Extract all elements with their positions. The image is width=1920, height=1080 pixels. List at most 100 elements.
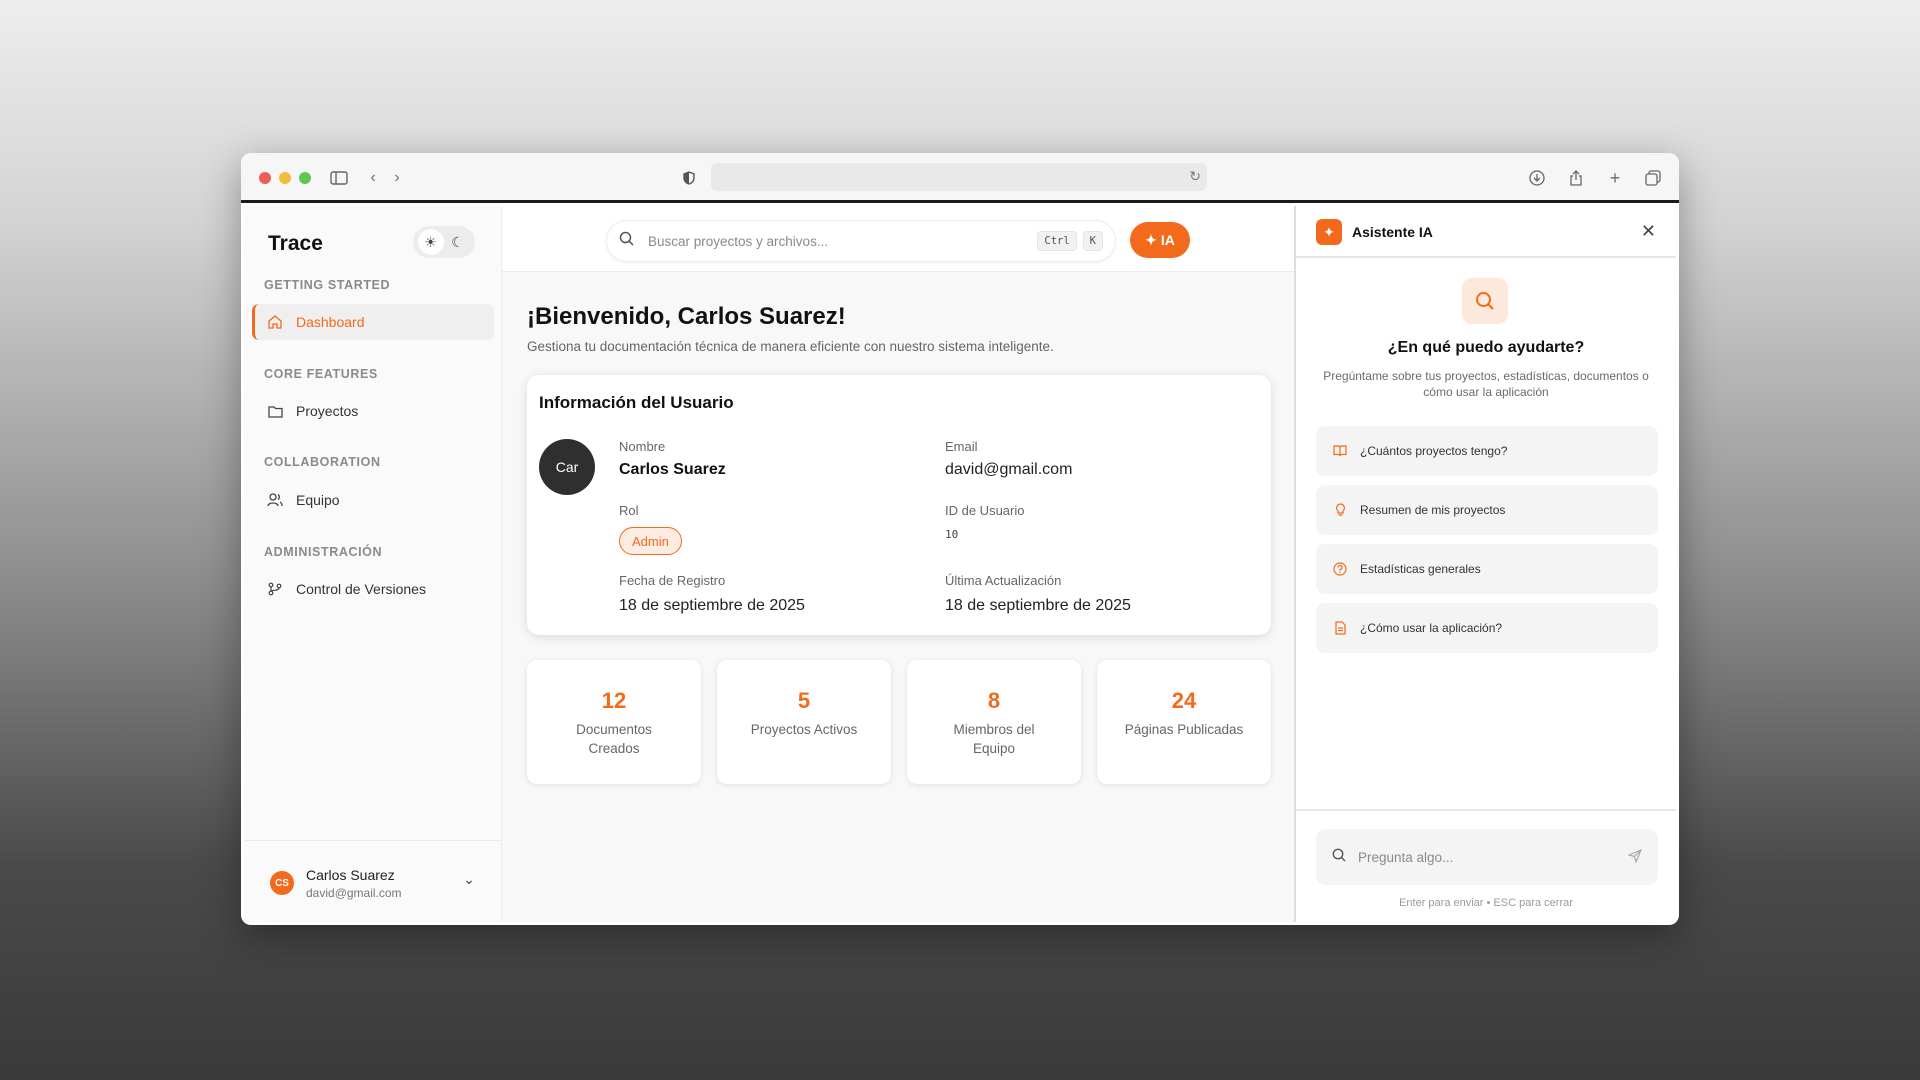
new-tab-icon[interactable]: +	[1605, 168, 1625, 188]
shortcut-ctrl: Ctrl	[1037, 231, 1077, 251]
role-label: Rol	[619, 503, 639, 518]
sidebar-item-equipo[interactable]: Equipo	[252, 482, 494, 518]
assistant-header: ✦ Asistente IA ✕	[1296, 206, 1676, 258]
shield-icon[interactable]	[679, 168, 699, 188]
user-info-card: Información del Usuario Car Nombre Carlo…	[527, 375, 1271, 635]
sun-icon[interactable]: ☀	[417, 229, 444, 255]
suggestion-button[interactable]: ¿Cuántos proyectos tengo?	[1316, 426, 1658, 476]
window-controls	[259, 172, 311, 184]
section-title-core-features: CORE FEATURES	[264, 367, 378, 381]
suggestion-label: ¿Cómo usar la aplicación?	[1360, 621, 1503, 635]
tabs-overview-icon[interactable]	[1643, 168, 1663, 188]
page-title: ¡Bienvenido, Carlos Suarez!	[527, 303, 846, 330]
section-title-collaboration: COLLABORATION	[264, 455, 381, 469]
assistant-input[interactable]: Pregunta algo...	[1316, 829, 1658, 885]
book-icon	[1332, 443, 1348, 459]
ia-button[interactable]: ✦ IA	[1130, 222, 1190, 258]
app-container: Trace ☀ ☾ GETTING STARTED Dashboard CORE…	[244, 206, 1676, 922]
suggestion-button[interactable]: Resumen de mis proyectos	[1316, 485, 1658, 535]
user-email: david@gmail.com	[306, 886, 402, 900]
search-icon	[1462, 278, 1508, 324]
close-icon[interactable]: ✕	[1641, 221, 1656, 242]
email-label: Email	[945, 439, 978, 454]
sidebar-item-label: Proyectos	[296, 403, 359, 419]
topbar: Buscar proyectos y archivos... Ctrl K ✦ …	[502, 206, 1294, 272]
home-icon	[266, 313, 284, 331]
main-content: Buscar proyectos y archivos... Ctrl K ✦ …	[502, 206, 1294, 922]
user-name: Carlos Suarez	[306, 867, 395, 883]
maximize-window-button[interactable]	[299, 172, 311, 184]
registration-date-label: Fecha de Registro	[619, 573, 726, 588]
suggestion-button[interactable]: Estadísticas generales	[1316, 544, 1658, 594]
stat-label: Proyectos Activos	[750, 722, 858, 737]
stat-card-proyectos: 5 Proyectos Activos	[717, 660, 891, 784]
user-id-label: ID de Usuario	[945, 503, 1025, 518]
sidebar: Trace ☀ ☾ GETTING STARTED Dashboard CORE…	[244, 206, 502, 922]
stat-value: 24	[1171, 688, 1197, 713]
avatar: Car	[539, 439, 595, 495]
assistant-input-placeholder: Pregunta algo...	[1358, 849, 1454, 865]
reload-icon[interactable]: ↻	[1189, 168, 1201, 185]
assistant-description: Pregúntame sobre tus proyectos, estadíst…	[1323, 369, 1649, 399]
role-badge: Admin	[619, 527, 682, 555]
browser-window: ‹ › ↻ + Trace ☀ ☾ GETTING STARTED Dashbo…	[241, 153, 1679, 925]
stat-card-paginas: 24 Páginas Publicadas	[1097, 660, 1271, 784]
sidebar-item-control-de-versiones[interactable]: Control de Versiones	[252, 571, 494, 607]
search-icon	[1332, 848, 1346, 866]
git-branch-icon	[266, 580, 284, 598]
user-menu[interactable]: CS Carlos Suarez david@gmail.com ⌄	[244, 840, 501, 922]
shortcut-k: K	[1082, 231, 1103, 251]
sidebar-item-label: Equipo	[296, 492, 340, 508]
page-subtitle: Gestiona tu documentación técnica de man…	[527, 339, 1054, 354]
file-icon	[1332, 620, 1348, 636]
help-circle-icon	[1332, 561, 1348, 577]
stat-label: Documentos Creados	[576, 722, 652, 756]
sidebar-item-label: Control de Versiones	[296, 581, 426, 597]
sparkles-icon: ✦	[1316, 219, 1342, 245]
avatar: CS	[270, 871, 294, 895]
suggestion-label: Estadísticas generales	[1360, 562, 1481, 576]
send-icon[interactable]	[1627, 848, 1643, 866]
name-value: Carlos Suarez	[619, 461, 726, 478]
ia-button-label: IA	[1160, 232, 1175, 248]
stat-card-miembros: 8 Miembros del Equipo	[907, 660, 1081, 784]
minimize-window-button[interactable]	[279, 172, 291, 184]
stat-label: Páginas Publicadas	[1124, 722, 1244, 737]
search-icon	[619, 231, 634, 251]
brand-logo: Trace	[268, 232, 323, 255]
assistant-input-area: Pregunta algo... Enter para enviar • ESC…	[1296, 809, 1676, 922]
lightbulb-icon	[1332, 502, 1348, 518]
suggestion-label: Resumen de mis proyectos	[1360, 503, 1506, 517]
sidebar-toggle-icon[interactable]	[329, 168, 349, 188]
browser-toolbar: ‹ › ↻ +	[241, 153, 1679, 203]
address-bar[interactable]: ↻	[711, 163, 1207, 191]
suggestion-button[interactable]: ¿Cómo usar la aplicación?	[1316, 603, 1658, 653]
name-label: Nombre	[619, 439, 666, 454]
download-icon[interactable]	[1527, 168, 1547, 188]
back-icon[interactable]: ‹	[363, 168, 383, 188]
assistant-panel: ✦ Asistente IA ✕ ¿En qué puedo ayudarte?…	[1294, 206, 1676, 922]
users-icon	[266, 491, 284, 509]
close-window-button[interactable]	[259, 172, 271, 184]
sparkles-icon: ✦	[1145, 231, 1157, 248]
moon-icon[interactable]: ☾	[445, 229, 471, 255]
share-icon[interactable]	[1566, 168, 1586, 188]
search-input[interactable]: Buscar proyectos y archivos... Ctrl K	[606, 220, 1116, 262]
assistant-title: Asistente IA	[1352, 224, 1433, 240]
forward-icon[interactable]: ›	[387, 168, 407, 188]
stat-card-documentos: 12 Documentos Creados	[527, 660, 701, 784]
stat-value: 12	[601, 688, 627, 713]
sidebar-item-label: Dashboard	[296, 314, 365, 330]
theme-toggle[interactable]: ☀ ☾	[413, 226, 475, 258]
suggestion-label: ¿Cuántos proyectos tengo?	[1360, 444, 1508, 458]
chevron-down-icon[interactable]: ⌄	[463, 871, 475, 888]
folder-icon	[266, 402, 284, 420]
sidebar-item-proyectos[interactable]: Proyectos	[252, 393, 494, 429]
sidebar-item-dashboard[interactable]: Dashboard	[252, 304, 494, 340]
last-update-label: Última Actualización	[945, 573, 1062, 588]
assistant-hint: Enter para enviar • ESC para cerrar	[1399, 897, 1573, 909]
registration-date-value: 18 de septiembre de 2025	[619, 597, 805, 614]
last-update-value: 18 de septiembre de 2025	[945, 597, 1131, 614]
email-value: david@gmail.com	[945, 461, 1073, 478]
stat-value: 8	[987, 688, 1001, 713]
